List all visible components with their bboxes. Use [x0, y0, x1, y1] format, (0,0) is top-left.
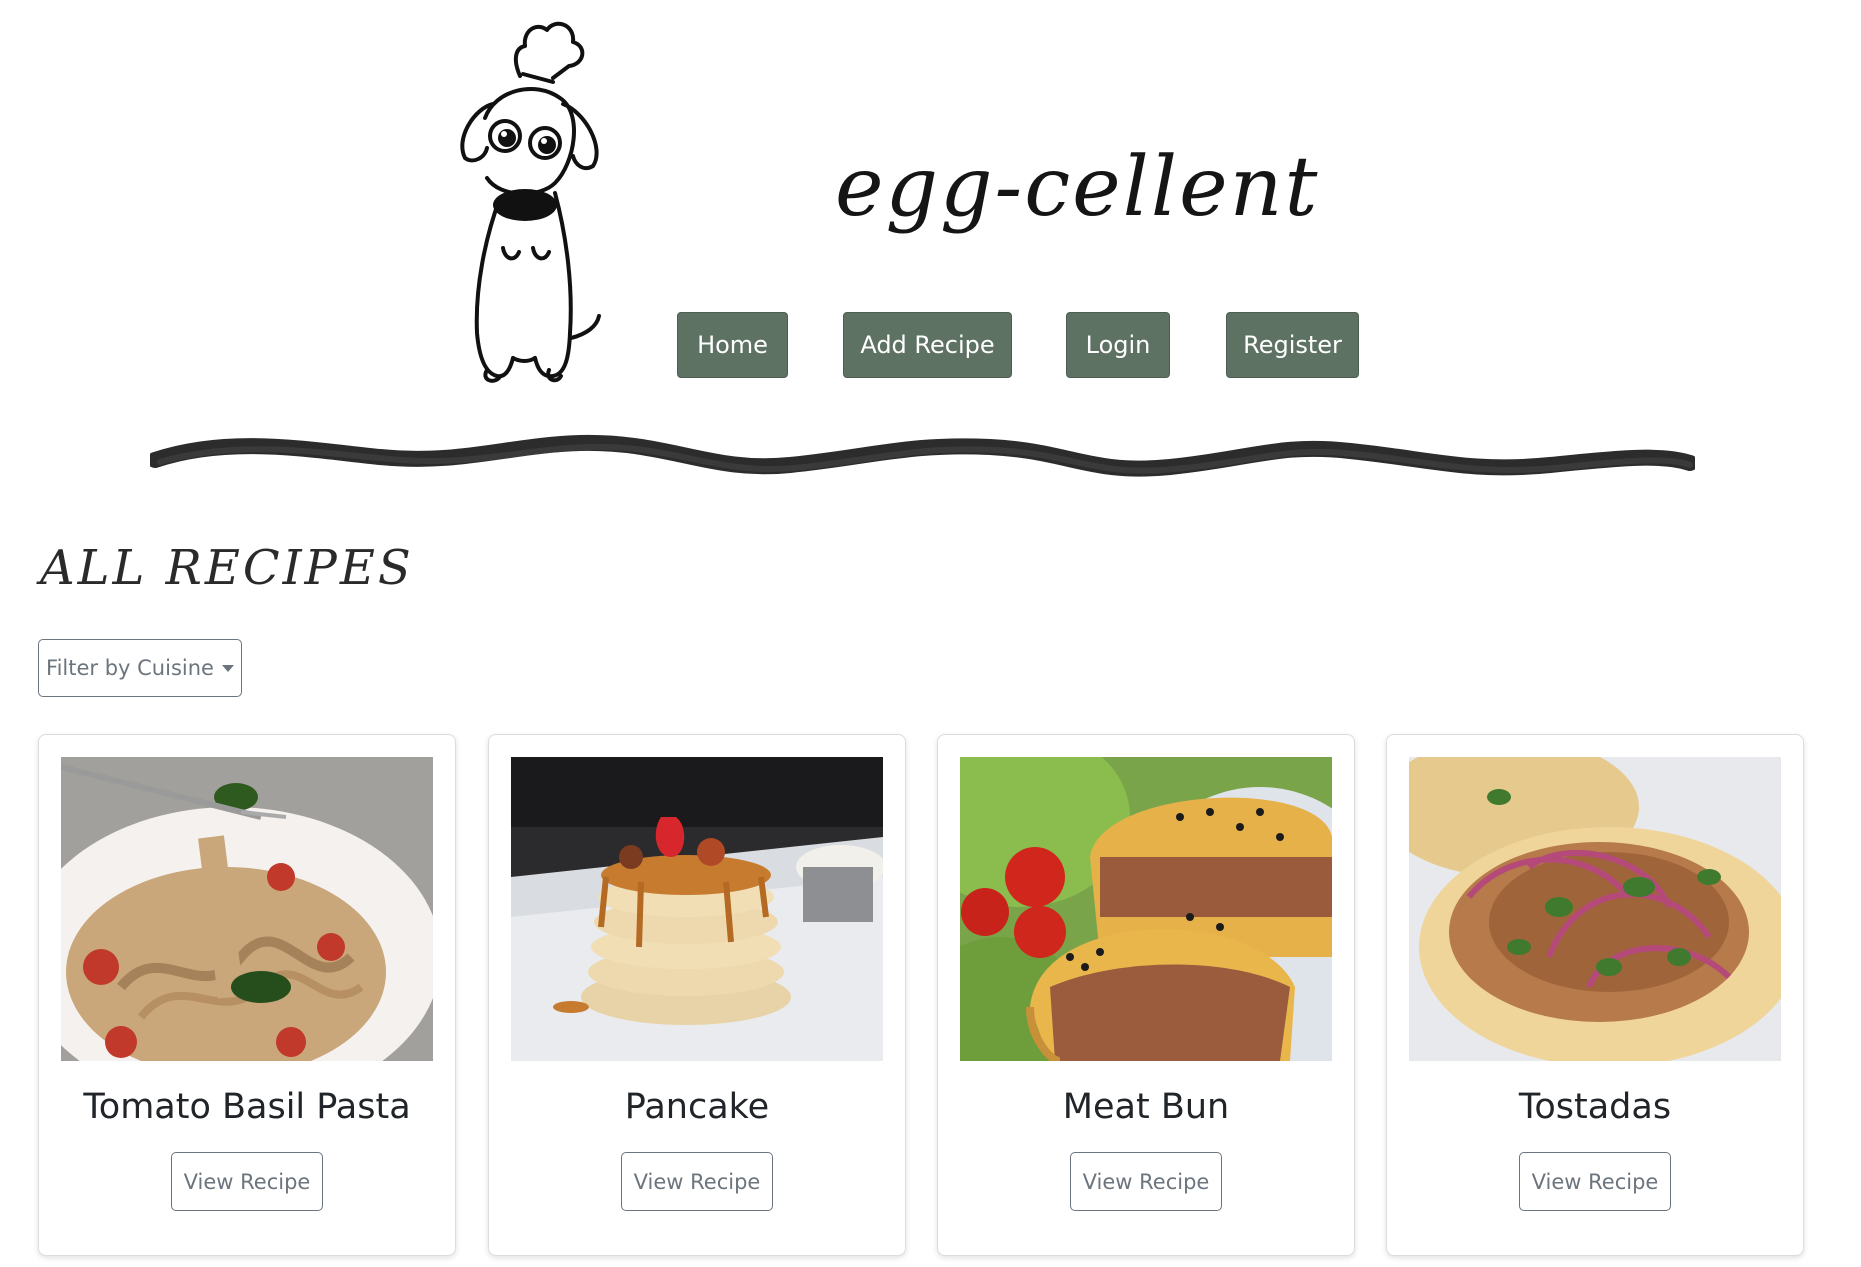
login-button[interactable]: Login — [1066, 312, 1170, 378]
chevron-down-icon — [221, 664, 234, 672]
recipe-card: Tostadas View Recipe — [1386, 734, 1804, 1256]
home-button[interactable]: Home — [677, 312, 788, 378]
filter-cuisine-dropdown[interactable]: Filter by Cuisine — [38, 639, 242, 697]
section-title: ALL RECIPES — [40, 540, 414, 596]
view-recipe-button[interactable]: View Recipe — [621, 1152, 773, 1211]
recipe-title: Pancake — [624, 1087, 770, 1127]
filter-label: Filter by Cuisine — [46, 656, 214, 680]
recipe-image[interactable] — [960, 757, 1332, 1061]
add-recipe-button[interactable]: Add Recipe — [843, 312, 1012, 378]
meat-bun-photo — [960, 757, 1332, 1061]
recipe-title: Tostadas — [1518, 1087, 1672, 1127]
view-recipe-button[interactable]: View Recipe — [1519, 1152, 1671, 1211]
recipe-card: Tomato Basil Pasta View Recipe — [38, 734, 456, 1256]
recipe-card: Pancake View Recipe — [488, 734, 906, 1256]
view-recipe-button[interactable]: View Recipe — [171, 1152, 323, 1211]
recipe-card: Meat Bun View Recipe — [937, 734, 1355, 1256]
recipe-image[interactable] — [61, 757, 433, 1061]
chef-dog-icon — [460, 21, 601, 383]
recipe-title: Meat Bun — [1062, 1087, 1230, 1127]
brand-name[interactable]: egg-cellent — [835, 140, 1319, 235]
pasta-photo — [61, 757, 433, 1061]
tostadas-photo — [1409, 757, 1781, 1061]
register-button[interactable]: Register — [1226, 312, 1359, 378]
page: egg-cellent Home Add Recipe Login Regist… — [0, 0, 1861, 1267]
recipe-title: Tomato Basil Pasta — [83, 1087, 411, 1127]
brush-divider — [150, 434, 1695, 477]
recipe-image[interactable] — [1409, 757, 1781, 1061]
pancake-photo — [511, 757, 883, 1061]
recipe-image[interactable] — [511, 757, 883, 1061]
view-recipe-button[interactable]: View Recipe — [1070, 1152, 1222, 1211]
